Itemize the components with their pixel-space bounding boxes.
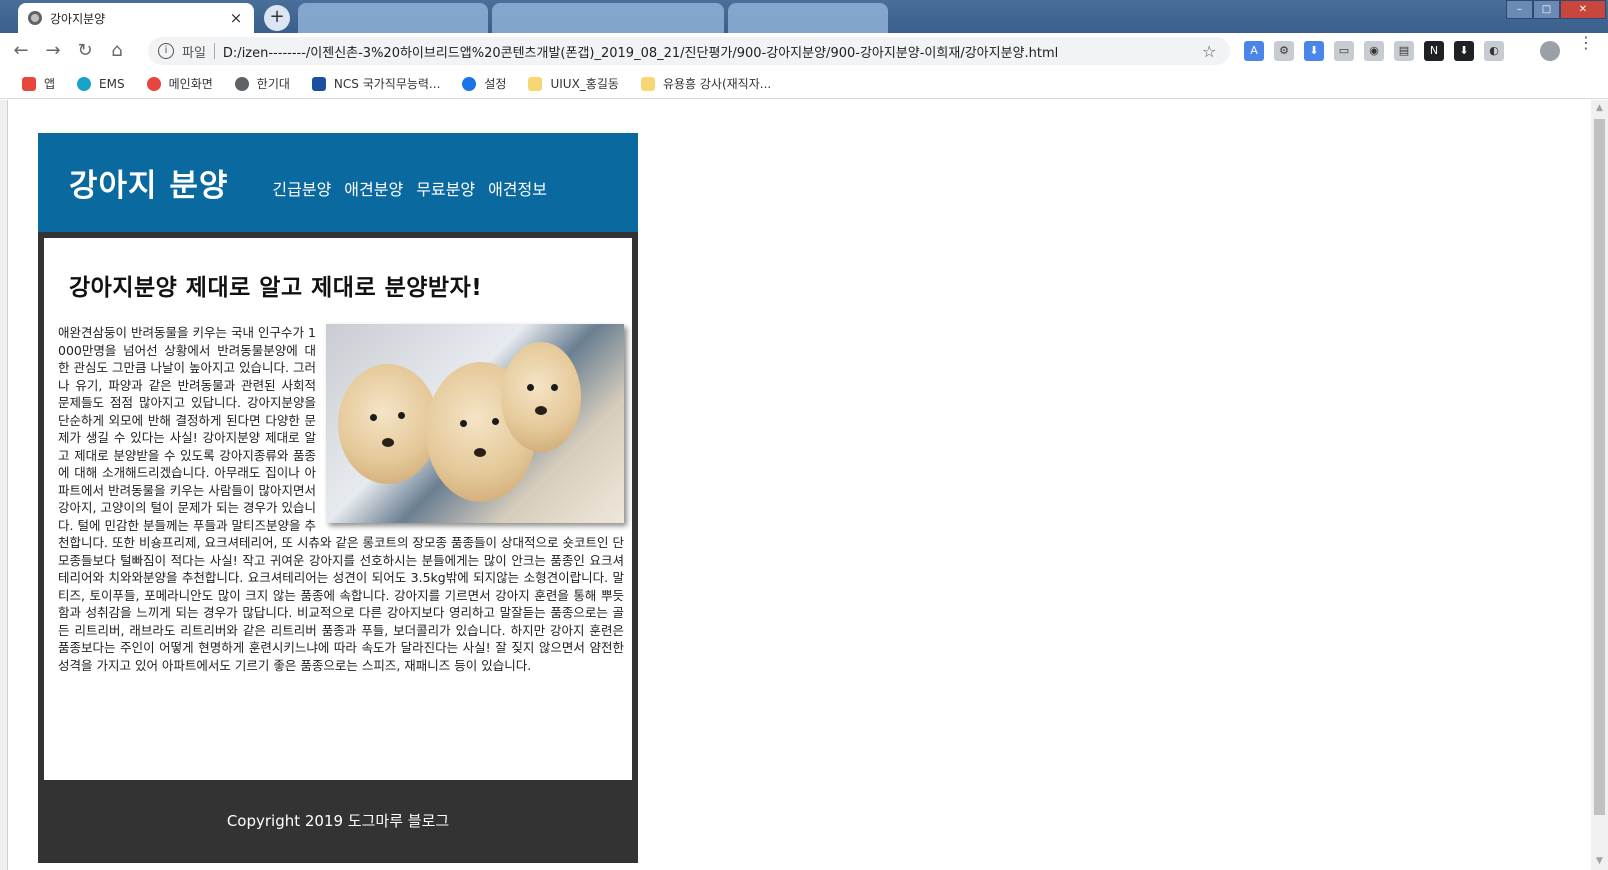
- extension-icon-1[interactable]: A: [1244, 41, 1264, 61]
- tab-background-3[interactable]: [728, 3, 888, 33]
- tab-strip: 강아지분양 × + – □ ✕: [0, 0, 1608, 33]
- eye: [492, 418, 499, 425]
- ems-icon: [77, 76, 92, 91]
- site-header: 강아지 분양 긴급분양 애견분양 무료분양 애견정보: [38, 133, 638, 232]
- bookmark-label: EMS: [99, 76, 125, 91]
- extension-icons: A ⚙ ⬇ ▭ ◉ ▤ N ⬇ ◐: [1244, 41, 1504, 61]
- extension-icon-7[interactable]: N: [1424, 41, 1444, 61]
- site-footer: Copyright 2019 도그마루 블로그: [38, 780, 638, 863]
- new-tab-button[interactable]: +: [264, 5, 290, 31]
- bookmark-label: 메인화면: [168, 77, 213, 91]
- site-logo[interactable]: 강아지 분양: [69, 160, 228, 205]
- article-title: 강아지분양 제대로 알고 제대로 분양받자!: [69, 275, 483, 301]
- bookmark-ncs[interactable]: NCS 국가직무능력...: [311, 75, 441, 92]
- window-controls: – □ ✕: [1506, 0, 1606, 19]
- menu-icon[interactable]: ⋮: [1578, 35, 1594, 63]
- bookmark-label: 설정: [484, 77, 507, 91]
- extension-icon-2[interactable]: ⚙: [1274, 41, 1294, 61]
- tab-active[interactable]: 강아지분양 ×: [18, 3, 254, 33]
- bookmark-star-icon[interactable]: ☆: [1202, 42, 1222, 61]
- url-scheme-label: 파일: [182, 45, 206, 61]
- tab-background-2[interactable]: [492, 3, 724, 33]
- bookmark-ems[interactable]: EMS: [77, 76, 125, 91]
- nose: [535, 406, 547, 415]
- ncs-icon: [311, 76, 326, 91]
- globe-icon: [234, 76, 249, 91]
- bookmark-label: 앱: [44, 77, 56, 91]
- url-text[interactable]: D:/izen--------/이젠신촌-3%20하이브리드앱%20콘텐츠개발(…: [223, 42, 1202, 61]
- bookmark-main[interactable]: 메인화면: [146, 75, 213, 92]
- folder-icon: [640, 76, 655, 91]
- scroll-up-icon[interactable]: ▲: [1591, 100, 1608, 117]
- info-icon[interactable]: i: [158, 43, 174, 59]
- nose: [474, 448, 486, 457]
- profile-avatar[interactable]: [1540, 41, 1560, 61]
- home-button[interactable]: ⌂: [106, 40, 128, 62]
- extension-icon-8[interactable]: ⬇: [1454, 41, 1474, 61]
- bookmark-label: NCS 국가직무능력...: [333, 77, 441, 91]
- site-nav: 긴급분양 애견분양 무료분양 애견정보: [272, 176, 547, 200]
- extension-icon-9[interactable]: ◐: [1484, 41, 1504, 61]
- nose: [382, 438, 394, 447]
- puppy-left: [338, 364, 438, 484]
- nav-link-free-adoption[interactable]: 무료분양: [416, 176, 475, 200]
- download-icon[interactable]: ⬇: [1304, 41, 1324, 61]
- camera-icon[interactable]: ◉: [1364, 41, 1384, 61]
- bookmark-label: 한기대: [256, 77, 290, 91]
- bookmarks-bar: 앱 EMS 메인화면 한기대 NCS 국가직무능력... 설정 UIUX_홍길동…: [0, 69, 1608, 99]
- puppies-photo: [326, 324, 624, 523]
- globe-icon: [28, 11, 42, 25]
- bookmark-folder-instructor[interactable]: 유용흥 강사(재직자...: [640, 75, 772, 92]
- eye: [460, 420, 467, 427]
- back-button[interactable]: ←: [10, 40, 32, 62]
- nav-link-pet-adoption[interactable]: 애견분양: [344, 176, 403, 200]
- bookmark-label: UIUX_홍길동: [550, 77, 619, 91]
- scrollbar-thumb[interactable]: [1594, 119, 1605, 815]
- close-window-button[interactable]: ✕: [1560, 0, 1606, 19]
- apps-grid-icon: [22, 76, 36, 91]
- bookmark-folder-uiux[interactable]: UIUX_홍길동: [528, 75, 619, 92]
- puppy-right: [501, 342, 581, 452]
- nav-link-pet-info[interactable]: 애견정보: [488, 176, 547, 200]
- vertical-scrollbar[interactable]: ▲ ▼: [1591, 100, 1608, 870]
- minimize-button[interactable]: –: [1506, 0, 1533, 19]
- eye: [551, 384, 558, 391]
- nav-link-urgent[interactable]: 긴급분양: [272, 176, 331, 200]
- extension-icon-6[interactable]: ▤: [1394, 41, 1414, 61]
- folder-icon: [528, 76, 543, 91]
- extension-icon-4[interactable]: ▭: [1334, 41, 1354, 61]
- tab-title: 강아지분양: [50, 11, 106, 26]
- bookmark-apps[interactable]: 앱: [22, 75, 55, 92]
- bookmark-label: 유용흥 강사(재직자...: [662, 77, 772, 91]
- scroll-down-icon[interactable]: ▼: [1591, 853, 1608, 870]
- main-content: 강아지분양 제대로 알고 제대로 분양받자! 애완견삼둥이 반려동물을 키우는 …: [38, 232, 638, 780]
- eye: [398, 412, 405, 419]
- main-icon: [146, 76, 161, 91]
- browser-toolbar: ← → ↻ ⌂ i 파일 D:/izen--------/이젠신촌-3%20하이…: [0, 33, 1608, 69]
- tab-close-icon[interactable]: ×: [228, 9, 244, 27]
- gear-icon: [462, 76, 477, 91]
- eye: [370, 414, 377, 421]
- forward-button[interactable]: →: [42, 40, 64, 62]
- tab-background-1[interactable]: [298, 3, 488, 33]
- maximize-button[interactable]: □: [1533, 0, 1560, 19]
- bookmark-hangidae[interactable]: 한기대: [234, 75, 290, 92]
- article: 강아지분양 제대로 알고 제대로 분양받자! 애완견삼둥이 반려동물을 키우는 …: [44, 238, 632, 780]
- divider: [213, 43, 215, 59]
- address-bar[interactable]: i 파일 D:/izen--------/이젠신촌-3%20하이브리드앱%20콘…: [148, 37, 1230, 65]
- reload-button[interactable]: ↻: [74, 40, 96, 62]
- eye: [527, 384, 534, 391]
- bookmark-settings[interactable]: 설정: [462, 75, 506, 92]
- left-panel-edge: [0, 100, 8, 870]
- page-wrapper: 강아지 분양 긴급분양 애견분양 무료분양 애견정보 강아지분양 제대로 알고 …: [38, 133, 638, 863]
